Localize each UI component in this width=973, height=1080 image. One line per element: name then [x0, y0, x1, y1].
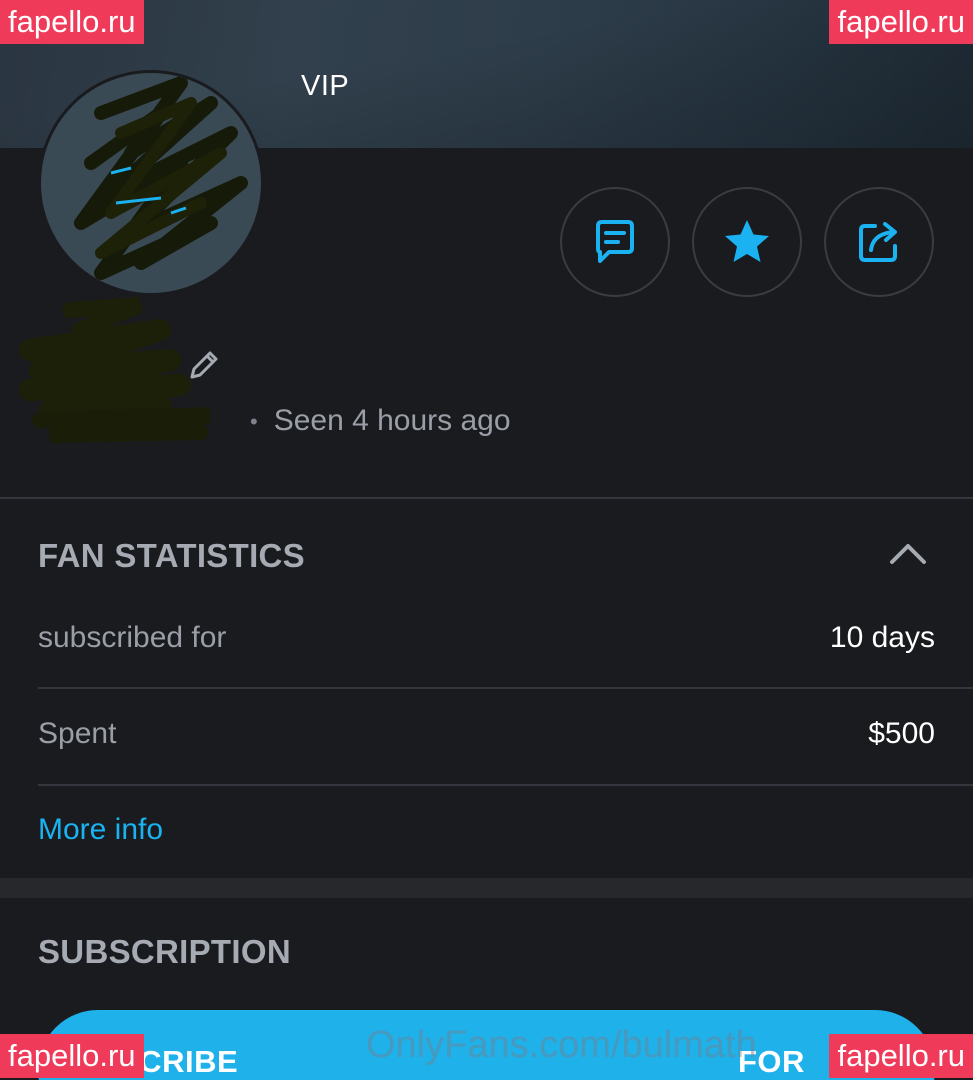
stat-value-subscribed: 10 days	[829, 621, 935, 654]
message-icon	[596, 220, 634, 263]
separator-dot: •	[250, 409, 258, 435]
vip-badge: VIP	[301, 70, 350, 102]
stat-label-subscribed: subscribed for	[38, 621, 227, 654]
favorite-button[interactable]	[692, 187, 802, 297]
share-button[interactable]	[824, 187, 934, 297]
subscription-title: SUBSCRIPTION	[38, 933, 291, 970]
more-info-link[interactable]: More info	[38, 813, 163, 847]
stat-label-spent: Spent	[38, 717, 117, 750]
watermark-badge: fapello.ru	[0, 0, 144, 44]
star-icon	[725, 220, 769, 262]
chevron-up-icon[interactable]	[886, 538, 930, 568]
watermark-badge: fapello.ru	[0, 1034, 144, 1078]
message-button[interactable]	[560, 187, 670, 297]
divider	[38, 784, 973, 786]
seen-text: Seen 4 hours ago	[273, 404, 511, 437]
fan-statistics-title: FAN STATISTICS	[38, 537, 305, 574]
share-icon	[859, 222, 897, 262]
last-seen-status: • Seen 4 hours ago	[230, 404, 511, 438]
divider	[0, 497, 973, 499]
overlay-watermark: OnlyFans.com/bulmath	[366, 1024, 757, 1066]
divider	[38, 687, 973, 689]
profile-page: VIP • Seen 4 hours ago FAN STATISTICS su…	[0, 0, 973, 1080]
watermark-badge: fapello.ru	[829, 0, 973, 44]
avatar[interactable]	[38, 70, 264, 296]
stat-value-spent: $500	[868, 717, 935, 750]
avatar-redaction-scribble	[74, 76, 248, 280]
section-separator	[0, 878, 973, 898]
pencil-icon[interactable]	[186, 347, 222, 383]
watermark-badge: fapello.ru	[829, 1034, 973, 1078]
